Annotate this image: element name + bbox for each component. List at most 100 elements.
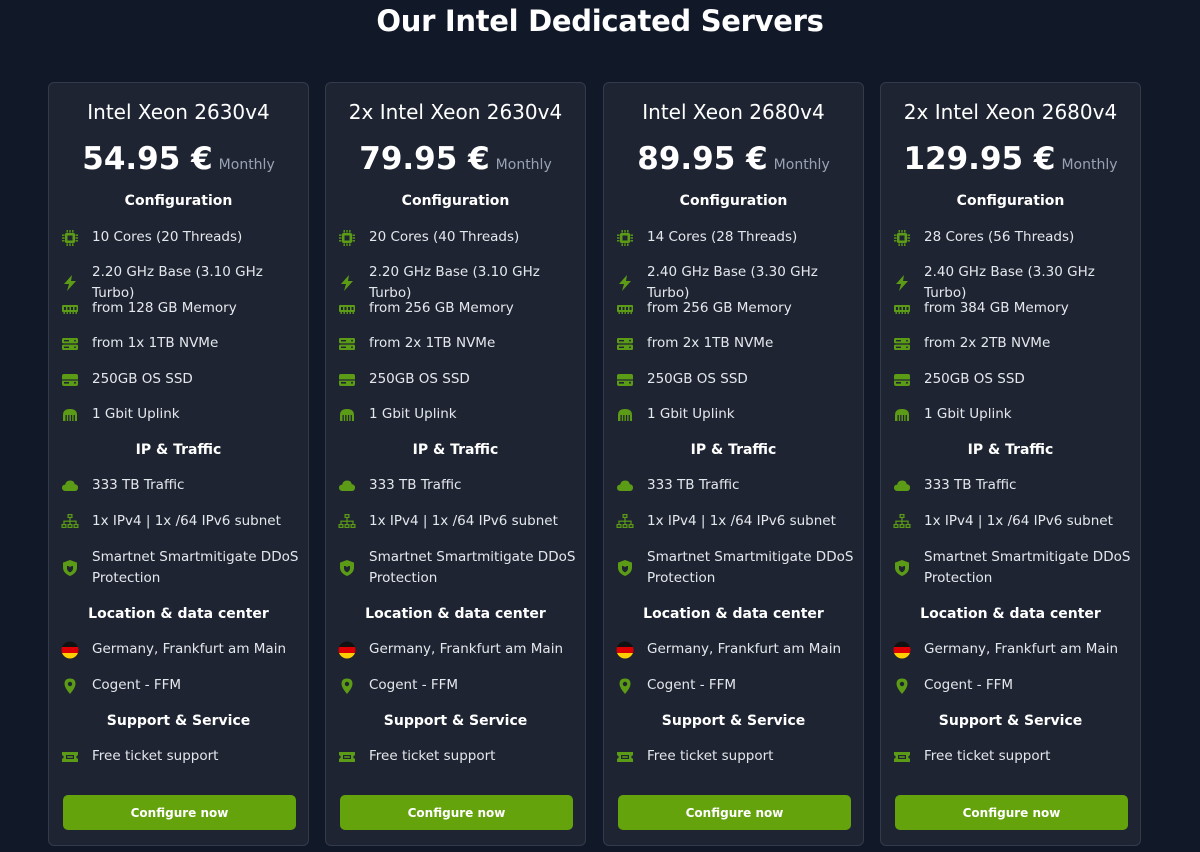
plan-name: Intel Xeon 2630v4 (87, 100, 270, 124)
shield-icon (338, 559, 356, 577)
cpu-icon (61, 229, 79, 247)
feature-text: from 2x 2TB NVMe (924, 335, 1051, 351)
network-card-icon (893, 406, 911, 424)
ssd-icon (338, 371, 356, 389)
feature-text: 1 Gbit Uplink (369, 406, 457, 422)
feature-text: 20 Cores (40 Threads) (369, 229, 520, 245)
price-row: 89.95 € Monthly (604, 141, 863, 177)
plan-card: Intel Xeon 2630v4 54.95 € Monthly Configura… (48, 82, 309, 846)
feature-text: Smartnet Smartmitigate DDoS Protection (924, 549, 1131, 586)
section-title-support: Support & Service (661, 713, 806, 729)
feature-text: Smartnet Smartmitigate DDoS Protection (369, 549, 576, 586)
cloud-icon (893, 477, 911, 495)
germany-flag-icon (616, 641, 634, 659)
feature-text: 1 Gbit Uplink (92, 406, 180, 422)
feature-traffic: 333 TB Traffic (893, 475, 1133, 496)
network-card-icon (61, 406, 79, 424)
drive-icon (893, 335, 911, 353)
section-title-ip-traffic: IP & Traffic (690, 442, 777, 458)
map-pin-icon (616, 677, 634, 695)
section-title-location: Location & data center (643, 606, 824, 622)
memory-icon (338, 300, 356, 318)
section-title-configuration: Configuration (956, 193, 1065, 209)
feature-uplink: 1 Gbit Uplink (893, 404, 1133, 425)
network-icon (893, 513, 911, 531)
feature-traffic: 333 TB Traffic (61, 475, 301, 496)
feature-text: 1x IPv4 | 1x /64 IPv6 subnet (369, 513, 558, 529)
lightning-icon (616, 274, 634, 292)
feature-text: Cogent - FFM (647, 677, 737, 693)
feature-text: 1 Gbit Uplink (924, 406, 1012, 422)
feature-text: Germany, Frankfurt am Main (369, 641, 563, 657)
section-title-ip-traffic: IP & Traffic (135, 442, 222, 458)
feature-text: 250GB OS SSD (369, 371, 470, 387)
feature-text: 250GB OS SSD (92, 371, 193, 387)
feature-memory: from 256 GB Memory (616, 298, 856, 319)
feature-text: from 2x 1TB NVMe (369, 335, 496, 351)
plan-price: 79.95 € (359, 141, 490, 177)
billing-period: Monthly (1061, 157, 1118, 173)
configure-now-button[interactable]: Configure now (618, 795, 851, 830)
feature-support: Free ticket support (893, 746, 1133, 767)
feature-text: 333 TB Traffic (647, 477, 740, 493)
feature-text: Free ticket support (369, 748, 496, 764)
feature-ddos: Smartnet Smartmitigate DDoS Protection (616, 547, 856, 589)
feature-text: Free ticket support (647, 748, 774, 764)
section-title-location: Location & data center (365, 606, 546, 622)
plan-name: 2x Intel Xeon 2680v4 (903, 100, 1118, 124)
ticket-icon (616, 748, 634, 766)
configure-now-button[interactable]: Configure now (340, 795, 573, 830)
feature-text: Free ticket support (92, 748, 219, 764)
section-title-location: Location & data center (88, 606, 269, 622)
feature-support: Free ticket support (616, 746, 856, 767)
feature-text: 333 TB Traffic (924, 477, 1017, 493)
cpu-icon (893, 229, 911, 247)
ticket-icon (338, 748, 356, 766)
map-pin-icon (61, 677, 79, 695)
feature-text: 28 Cores (56 Threads) (924, 229, 1075, 245)
shield-icon (616, 559, 634, 577)
feature-os-disk: 250GB OS SSD (893, 369, 1133, 390)
germany-flag-icon (893, 641, 911, 659)
feature-location: Germany, Frankfurt am Main (338, 639, 578, 660)
feature-uplink: 1 Gbit Uplink (338, 404, 578, 425)
plan-price: 89.95 € (637, 141, 768, 177)
feature-text: from 2x 1TB NVMe (647, 335, 774, 351)
network-icon (61, 513, 79, 531)
plan-name: 2x Intel Xeon 2630v4 (348, 100, 563, 124)
feature-ddos: Smartnet Smartmitigate DDoS Protection (893, 547, 1133, 589)
feature-os-disk: 250GB OS SSD (61, 369, 301, 390)
network-card-icon (616, 406, 634, 424)
drive-icon (338, 335, 356, 353)
memory-icon (61, 300, 79, 318)
configure-now-button[interactable]: Configure now (895, 795, 1128, 830)
feature-text: 1 Gbit Uplink (647, 406, 735, 422)
plan-card: 2x Intel Xeon 2630v4 79.95 € Monthly Config… (325, 82, 586, 846)
feature-storage: from 1x 1TB NVMe (61, 333, 301, 354)
germany-flag-icon (338, 641, 356, 659)
shield-icon (61, 559, 79, 577)
price-row: 79.95 € Monthly (326, 141, 585, 177)
feature-uplink: 1 Gbit Uplink (61, 404, 301, 425)
feature-text: Germany, Frankfurt am Main (924, 641, 1118, 657)
feature-ip: 1x IPv4 | 1x /64 IPv6 subnet (893, 511, 1133, 532)
feature-cores: 20 Cores (40 Threads) (338, 227, 578, 248)
feature-text: 1x IPv4 | 1x /64 IPv6 subnet (92, 513, 281, 529)
ssd-icon (616, 371, 634, 389)
feature-text: 333 TB Traffic (92, 477, 185, 493)
feature-location: Germany, Frankfurt am Main (616, 639, 856, 660)
feature-text: 250GB OS SSD (924, 371, 1025, 387)
feature-text: Smartnet Smartmitigate DDoS Protection (92, 549, 299, 586)
memory-icon (616, 300, 634, 318)
ssd-icon (893, 371, 911, 389)
plan-price: 54.95 € (82, 141, 213, 177)
billing-period: Monthly (495, 157, 552, 173)
feature-memory: from 384 GB Memory (893, 298, 1133, 319)
feature-ddos: Smartnet Smartmitigate DDoS Protection (338, 547, 578, 589)
price-row: 129.95 € Monthly (881, 141, 1140, 177)
feature-traffic: 333 TB Traffic (338, 475, 578, 496)
configure-now-button[interactable]: Configure now (63, 795, 296, 830)
feature-text: from 256 GB Memory (369, 300, 514, 316)
feature-memory: from 256 GB Memory (338, 298, 578, 319)
feature-os-disk: 250GB OS SSD (616, 369, 856, 390)
